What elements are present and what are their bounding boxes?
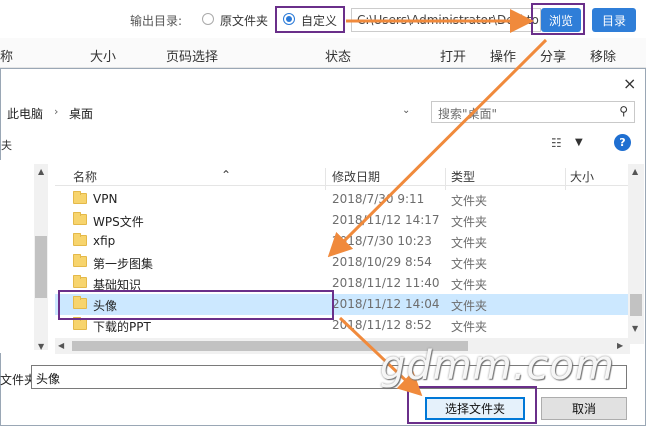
file-name: VPN [93, 192, 118, 206]
file-date: 2018/11/12 14:17 [332, 213, 440, 227]
file-list-header: ⌃ 名称 修改日期 类型 大小 [55, 164, 630, 190]
chevron-right-icon: › [54, 105, 59, 118]
file-list-vscrollbar[interactable] [628, 164, 644, 344]
sort-up-icon: ⌃ [221, 168, 232, 182]
output-path-field[interactable]: C:\Users\Administrator\Desktop [351, 8, 541, 32]
table-row[interactable]: 基础知识 2018/11/12 11:40 文件夹 [55, 273, 630, 294]
address-bar: 此电脑 › 桌面 ⌄ 搜索"桌面" ⚲ [1, 99, 646, 125]
file-date: 2018/11/12 8:52 [332, 318, 432, 332]
file-name: WPS文件 [93, 215, 144, 229]
directory-button[interactable]: 目录 [592, 8, 636, 32]
file-date: 2018/7/30 9:11 [332, 192, 425, 206]
file-name: xfip [93, 234, 116, 248]
file-name: 基础知识 [93, 278, 142, 292]
breadcrumb-this-pc[interactable]: 此电脑 [7, 105, 43, 122]
radio-custom[interactable] [283, 13, 295, 25]
search-placeholder: 搜索"桌面" [438, 107, 498, 121]
chevron-down-icon[interactable]: ⌄ [402, 105, 410, 116]
file-date: 2018/11/12 11:40 [332, 276, 440, 290]
view-dropdown-icon[interactable]: ▼ [575, 137, 583, 148]
scroll-right-icon[interactable]: ▶ [617, 341, 623, 350]
search-input[interactable]: 搜索"桌面" ⚲ [431, 101, 635, 123]
scroll-up-icon[interactable]: ▲ [38, 167, 44, 176]
file-date: 2018/10/29 8:54 [332, 255, 432, 269]
folder-icon [73, 233, 87, 246]
file-list-vscroll-thumb[interactable] [630, 294, 642, 316]
col-size: 大小 [90, 50, 117, 65]
folder-icon [73, 296, 87, 309]
table-row-selected[interactable]: 头像 2018/11/12 14:04 文件夹 [55, 294, 630, 315]
scroll-down-icon[interactable]: ▼ [632, 324, 638, 333]
file-type: 文件夹 [451, 215, 488, 229]
table-row[interactable]: WPS文件 2018/11/12 14:17 文件夹 [55, 210, 630, 231]
file-type: 文件夹 [451, 257, 488, 271]
file-type: 文件夹 [451, 236, 488, 250]
col-header-size[interactable]: 大小 [570, 168, 594, 185]
radio-custom-label: 自定义 [301, 14, 338, 28]
file-type: 文件夹 [451, 320, 488, 334]
table-row[interactable]: xfip 2018/7/30 10:23 文件夹 [55, 231, 630, 252]
file-name: 下载的PPT [93, 320, 151, 334]
file-name: 第一步图集 [93, 257, 154, 271]
col-page-select: 页码选择 [166, 50, 219, 65]
watermark-text: gdmm.com [380, 343, 615, 389]
col-open: 打开 [440, 50, 467, 65]
browse-button[interactable]: 浏览 [541, 8, 581, 32]
scroll-left-icon[interactable]: ◀ [58, 341, 64, 350]
folder-icon [73, 212, 87, 225]
nav-scroll-thumb[interactable] [35, 236, 47, 298]
folder-icon [73, 317, 87, 330]
col-header-type[interactable]: 类型 [451, 168, 475, 185]
app-output-bar: 输出目录: 原文件夹 自定义 C:\Users\Administrator\De… [0, 0, 646, 38]
help-icon[interactable]: ? [614, 134, 631, 151]
col-status: 状态 [325, 50, 352, 65]
close-icon[interactable]: × [623, 74, 636, 93]
toolbar-left-label: 夫 [1, 139, 12, 152]
file-type: 文件夹 [451, 278, 488, 292]
radio-original-folder[interactable] [202, 13, 214, 25]
select-folder-button[interactable]: 选择文件夹 [425, 397, 525, 420]
file-name: 头像 [93, 299, 118, 313]
col-name: 称 [0, 50, 14, 65]
output-dir-label: 输出目录: [130, 14, 183, 28]
dialog-toolbar: 夫 ☷ ▼ ? [1, 133, 646, 155]
col-header-date[interactable]: 修改日期 [332, 168, 380, 185]
file-type: 文件夹 [451, 194, 488, 208]
scroll-up-icon[interactable]: ▲ [632, 167, 638, 176]
file-date: 2018/11/12 14:04 [332, 297, 440, 311]
col-share: 分享 [540, 50, 567, 65]
file-type: 文件夹 [451, 299, 488, 313]
folder-icon [73, 254, 87, 267]
table-row[interactable]: 下载的PPT 2018/11/12 8:52 文件夹 [55, 315, 630, 336]
breadcrumb-desktop[interactable]: 桌面 [69, 105, 93, 122]
view-details-icon[interactable]: ☷ [551, 136, 562, 150]
search-icon: ⚲ [619, 104, 628, 118]
table-row[interactable]: 第一步图集 2018/10/29 8:54 文件夹 [55, 252, 630, 273]
app-table-header: 称 大小 页码选择 状态 打开 操作 分享 移除 [0, 38, 646, 68]
col-remove: 移除 [590, 50, 617, 65]
scroll-down-icon[interactable]: ▼ [38, 342, 44, 351]
table-row[interactable]: VPN 2018/7/30 9:11 文件夹 [55, 189, 630, 210]
file-date: 2018/7/30 10:23 [332, 234, 432, 248]
cancel-button[interactable]: 取消 [541, 397, 627, 420]
folder-icon [73, 275, 87, 288]
col-action: 操作 [490, 50, 517, 65]
radio-original-label: 原文件夹 [220, 14, 269, 28]
folder-icon [73, 191, 87, 204]
col-header-name[interactable]: 名称 [73, 168, 97, 185]
